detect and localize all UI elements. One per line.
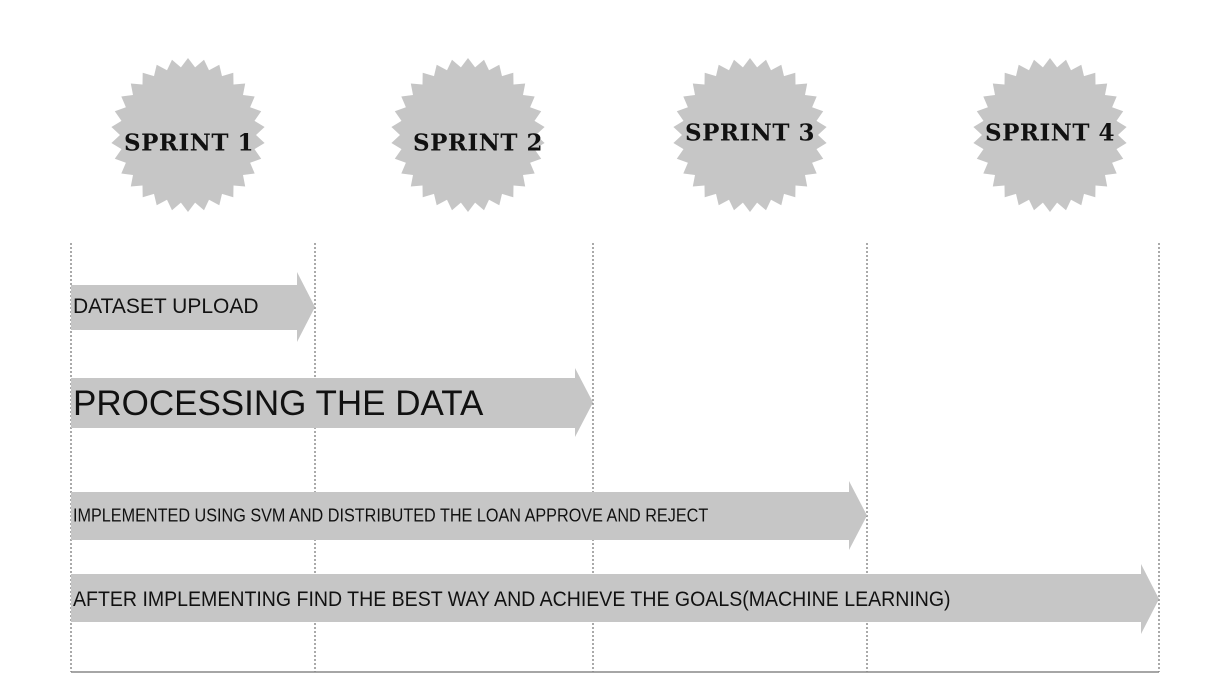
- task-best-way-goals: AFTER IMPLEMENTING FIND THE BEST WAY AND…: [73, 588, 951, 611]
- sprint-3-label: SPRINT 3: [685, 119, 815, 147]
- task-dataset-upload: DATASET UPLOAD: [73, 295, 259, 318]
- sprint-timeline-diagram: SPRINT 1 SPRINT 2 SPRINT 3 SPRINT 4 DATA…: [0, 0, 1205, 694]
- sprint-1-label: SPRINT 1: [124, 129, 254, 157]
- task-processing-data: PROCESSING THE DATA: [73, 384, 484, 423]
- task-svm-implementation: IMPLEMENTED USING SVM AND DISTRIBUTED TH…: [73, 505, 709, 526]
- sprint-4-label: SPRINT 4: [985, 119, 1115, 147]
- sprint-2-label: SPRINT 2: [413, 129, 543, 157]
